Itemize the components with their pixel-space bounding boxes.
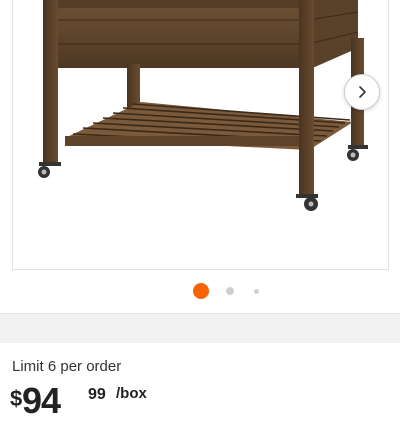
pagination-dot[interactable] [254,289,259,294]
order-limit-text: Limit 6 per order [12,358,122,375]
price-unit: /box [116,385,147,402]
price-dollars: 94 [22,380,61,421]
chevron-right-icon [359,86,366,98]
price-cents: 99 [88,386,106,403]
price-currency: $ [10,386,23,411]
next-image-button[interactable] [344,74,380,110]
product-image-gallery [0,0,400,312]
planter-illustration [38,0,368,211]
section-divider [0,313,400,343]
product-image[interactable] [12,0,389,270]
pagination-dot-active[interactable] [193,283,209,299]
image-pagination-dots [0,282,400,302]
pagination-dot[interactable] [226,287,234,295]
